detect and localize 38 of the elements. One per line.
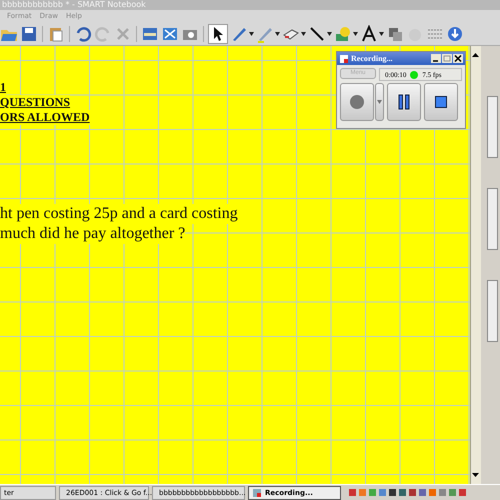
dropdown-arrow-icon[interactable] <box>327 32 332 36</box>
heading-text: QUESTIONS <box>0 95 70 110</box>
dropdown-arrow-icon[interactable] <box>301 32 306 36</box>
status-dot-icon <box>410 70 418 78</box>
text-icon[interactable] <box>360 24 378 42</box>
question-text: much did he pay altogether ? <box>0 224 186 244</box>
save-icon[interactable] <box>20 24 38 42</box>
record-button[interactable] <box>340 83 374 121</box>
scroll-up-icon[interactable] <box>471 51 480 60</box>
heading-text: ORS ALLOWED <box>0 110 90 125</box>
line-icon[interactable] <box>308 24 326 42</box>
record-dropdown-button[interactable] <box>375 83 384 121</box>
dropdown-arrow-icon[interactable] <box>353 32 358 36</box>
stop-button[interactable] <box>424 83 458 121</box>
dropdown-arrow-icon[interactable] <box>275 32 280 36</box>
app-icon <box>252 488 262 498</box>
question-text: ht pen costing 25p and a card costing <box>0 204 238 224</box>
dropdown-arrow-icon[interactable] <box>249 32 254 36</box>
dropdown-arrow-icon[interactable] <box>379 32 384 36</box>
side-tab[interactable] <box>487 96 498 158</box>
pointer-icon[interactable] <box>208 24 228 44</box>
record-icon <box>349 94 365 110</box>
window-title: Recording... <box>351 54 394 63</box>
heading-text: 1 <box>0 80 6 95</box>
app-icon <box>339 54 349 64</box>
side-tab[interactable] <box>487 280 498 342</box>
side-tab[interactable] <box>487 188 498 250</box>
undo-icon[interactable] <box>74 24 92 42</box>
scrollbar[interactable] <box>470 46 481 484</box>
download-icon[interactable] <box>446 24 464 42</box>
minimize-icon[interactable] <box>431 54 441 63</box>
window-title: bbbbbbbbbbbb * - SMART Notebook <box>2 0 146 9</box>
pause-button[interactable] <box>387 83 421 121</box>
pause-icon <box>398 94 410 110</box>
close-icon[interactable] <box>453 54 463 63</box>
scroll-down-icon[interactable] <box>471 470 480 479</box>
dropdown-arrow-icon <box>377 100 382 104</box>
stop-icon <box>435 96 447 108</box>
